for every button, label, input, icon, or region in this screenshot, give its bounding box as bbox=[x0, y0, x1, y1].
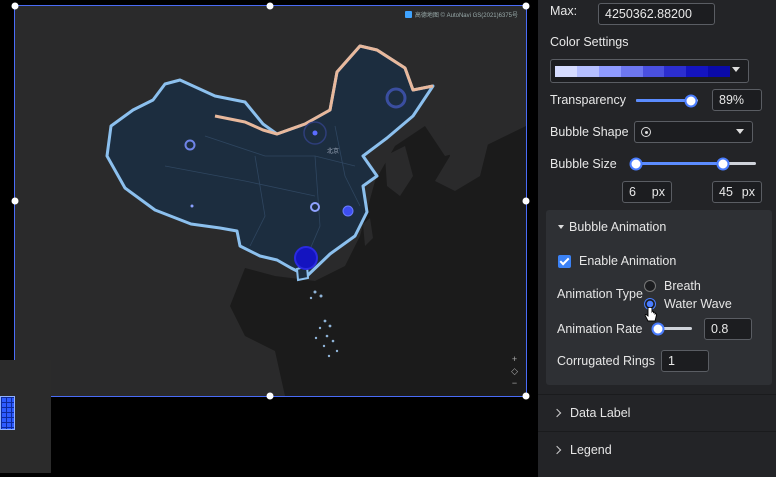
enable-animation-row[interactable]: Enable Animation bbox=[558, 254, 676, 268]
color-ramp-stop bbox=[686, 65, 709, 77]
city-label-beijing: 北京 bbox=[327, 147, 339, 155]
bubble-size-min-value: 6 bbox=[629, 185, 636, 199]
chevron-down-icon bbox=[736, 129, 744, 134]
islands bbox=[309, 290, 339, 358]
unit-px: px bbox=[651, 185, 665, 199]
resize-handle-tl[interactable] bbox=[11, 2, 19, 10]
bubble-size-row: Bubble Size bbox=[550, 157, 617, 171]
target-circle-icon bbox=[641, 127, 651, 137]
bubble-chengdu-dot bbox=[190, 204, 194, 208]
animation-rate-slider[interactable] bbox=[651, 322, 692, 335]
bubble-size-label: Bubble Size bbox=[550, 157, 617, 171]
transparency-slider[interactable] bbox=[636, 94, 698, 107]
chevron-right-icon bbox=[552, 408, 562, 417]
caret-down-icon bbox=[558, 225, 564, 229]
bubble-animation-title: Bubble Animation bbox=[569, 220, 667, 234]
legend-title: Legend bbox=[570, 442, 612, 457]
canvas-area: 北京 高德地图 © AutoNavi GS(2021)6375号 + ◇ − bbox=[0, 0, 538, 477]
map-attribution: 高德地图 © AutoNavi GS(2021)6375号 bbox=[404, 10, 518, 19]
bubble-size-max-input[interactable]: 45 px bbox=[712, 181, 762, 203]
color-ramp-stop bbox=[642, 65, 665, 77]
data-label-title: Data Label bbox=[570, 405, 631, 420]
bubble-animation-header[interactable]: Bubble Animation bbox=[558, 220, 666, 234]
bubble-shanghai bbox=[342, 205, 354, 217]
water-wave-label: Water Wave bbox=[664, 297, 732, 311]
bubble-shape-row: Bubble Shape bbox=[550, 125, 629, 139]
color-ramp-stop bbox=[620, 65, 643, 77]
bubble-beijing bbox=[312, 130, 318, 136]
color-ramp-stop bbox=[664, 65, 687, 77]
map-svg: 北京 bbox=[15, 6, 526, 396]
legend-section[interactable]: Legend bbox=[538, 431, 776, 467]
resize-handle-l[interactable] bbox=[11, 197, 19, 205]
zoom-out-button[interactable]: − bbox=[512, 379, 517, 388]
color-ramp-stop bbox=[598, 65, 621, 77]
bubble-size-min-knob[interactable] bbox=[629, 157, 643, 170]
settings-panel: Max: 4250362.88200 Color Settings Transp… bbox=[538, 0, 776, 477]
attribution-text: 高德地图 © AutoNavi GS(2021)6375号 bbox=[414, 13, 518, 19]
transparency-slider-fill bbox=[636, 99, 692, 102]
animation-type-breath[interactable]: Breath bbox=[644, 279, 701, 293]
bubble-size-max-knob[interactable] bbox=[716, 157, 730, 170]
animation-rate-knob[interactable] bbox=[651, 322, 665, 335]
chevron-right-icon bbox=[552, 445, 562, 454]
animation-rate-label: Animation Rate bbox=[557, 322, 643, 336]
color-ramp-stop bbox=[555, 65, 577, 77]
corrugated-rings-input[interactable]: 1 bbox=[661, 350, 709, 372]
color-settings-label: Color Settings bbox=[550, 35, 629, 49]
resize-handle-t[interactable] bbox=[266, 2, 274, 10]
land-taiwan bbox=[363, 218, 373, 246]
map-controls: + ◇ − bbox=[511, 355, 518, 388]
bubble-size-max-value: 45 bbox=[719, 185, 733, 199]
resize-handle-r[interactable] bbox=[522, 197, 530, 205]
animation-rate-input[interactable]: 0.8 bbox=[704, 318, 752, 340]
max-input[interactable]: 4250362.88200 bbox=[598, 3, 715, 25]
data-label-section[interactable]: Data Label bbox=[538, 394, 776, 430]
radio-breath[interactable] bbox=[644, 280, 656, 292]
corrugated-rings-label: Corrugated Rings bbox=[557, 354, 655, 368]
grid-thumbnail-icon bbox=[0, 396, 15, 430]
max-row: Max: bbox=[550, 4, 577, 18]
color-ramp-stop bbox=[576, 65, 599, 77]
color-ramp-stop bbox=[708, 65, 730, 77]
animation-type-label: Animation Type bbox=[557, 287, 643, 301]
color-settings-row: Color Settings bbox=[550, 35, 629, 49]
enable-animation-checkbox[interactable] bbox=[558, 254, 571, 268]
resize-handle-br[interactable] bbox=[522, 392, 530, 400]
chevron-down-icon bbox=[732, 67, 740, 72]
unit-px: px bbox=[741, 185, 755, 199]
max-label: Max: bbox=[550, 4, 578, 18]
component-thumbnail[interactable] bbox=[0, 360, 51, 473]
transparency-row: Transparency bbox=[550, 93, 626, 107]
amap-logo-icon bbox=[404, 11, 412, 18]
locate-button[interactable]: ◇ bbox=[511, 367, 518, 376]
zoom-in-button[interactable]: + bbox=[512, 355, 517, 364]
breath-label: Breath bbox=[664, 279, 701, 293]
bubble-animation-section: Bubble Animation Enable Animation Animat… bbox=[546, 210, 772, 385]
color-ramp-select[interactable] bbox=[550, 59, 749, 83]
color-ramp-swatch bbox=[555, 65, 730, 77]
resize-handle-b[interactable] bbox=[266, 392, 274, 400]
transparency-input[interactable]: 89% bbox=[712, 89, 762, 111]
map-widget[interactable]: 北京 高德地图 © AutoNavi GS(2021)6375号 + ◇ − bbox=[14, 5, 527, 397]
bubble-size-slider-fill bbox=[636, 162, 723, 165]
transparency-slider-knob[interactable] bbox=[684, 94, 698, 107]
transparency-label: Transparency bbox=[550, 93, 626, 107]
bubble-guangzhou bbox=[294, 246, 318, 270]
bubble-size-min-input[interactable]: 6 px bbox=[622, 181, 672, 203]
bubble-shape-label: Bubble Shape bbox=[550, 125, 629, 139]
resize-handle-tr[interactable] bbox=[522, 2, 530, 10]
hand-cursor-icon bbox=[644, 307, 657, 322]
bubble-shape-select[interactable] bbox=[634, 121, 753, 143]
bubble-size-slider[interactable] bbox=[629, 157, 756, 170]
enable-animation-label: Enable Animation bbox=[579, 254, 677, 268]
